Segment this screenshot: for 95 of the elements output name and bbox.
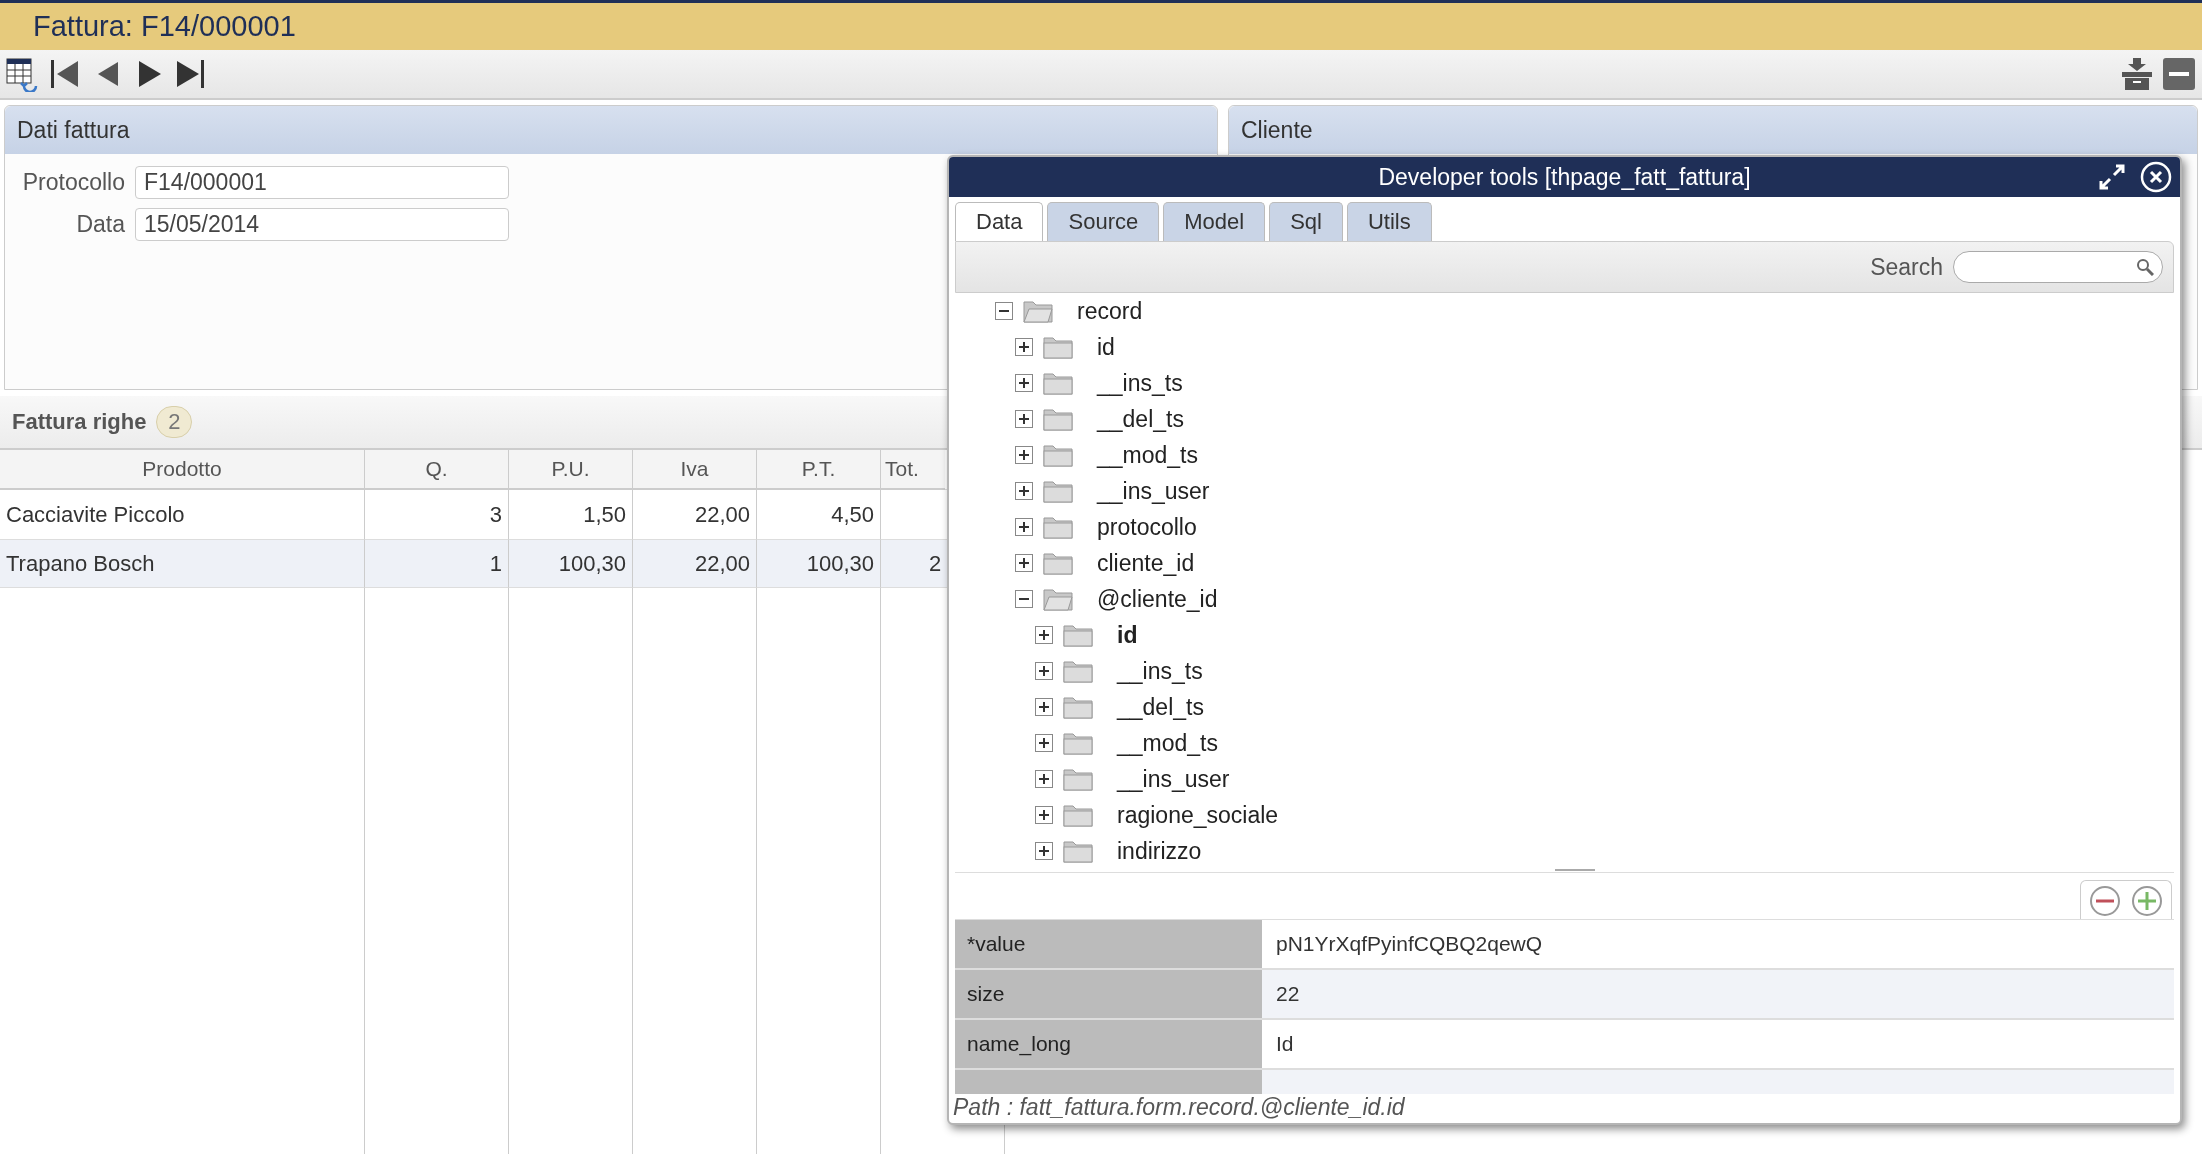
expand-icon[interactable]: [1015, 518, 1033, 536]
tree-item[interactable]: cliente_id: [1097, 549, 1195, 577]
folder-icon: [1043, 335, 1073, 359]
collapse-icon[interactable]: [995, 302, 1013, 320]
property-name: *value: [955, 920, 1262, 970]
tab[interactable]: Model: [1163, 202, 1266, 241]
expand-icon[interactable]: [1035, 770, 1053, 788]
expand-icon[interactable]: [1035, 662, 1053, 680]
tree-item[interactable]: __ins_user: [1097, 477, 1210, 505]
tree-item[interactable]: __del_ts: [1097, 405, 1184, 433]
table-cell: 100,30: [757, 540, 881, 588]
expand-icon[interactable]: [1035, 806, 1053, 824]
property-value: 22: [1262, 970, 2174, 1020]
add-icon[interactable]: [2131, 885, 2163, 917]
folder-icon: [1043, 479, 1073, 503]
table-cell: 1: [365, 540, 509, 588]
search-label: Search: [1870, 253, 1943, 281]
tab[interactable]: Source: [1047, 202, 1160, 241]
close-icon[interactable]: [2140, 161, 2172, 193]
tree-item[interactable]: @cliente_id: [1097, 585, 1218, 613]
table-cell: 100,30: [509, 540, 633, 588]
expand-icon[interactable]: [1035, 734, 1053, 752]
folder-icon: [1063, 767, 1093, 791]
folder-icon: [1063, 839, 1093, 863]
tree-item[interactable]: __del_ts: [1117, 693, 1204, 721]
tree-item[interactable]: id: [1097, 333, 1115, 361]
tree-item[interactable]: __mod_ts: [1117, 729, 1218, 757]
folder-icon: [1043, 407, 1073, 431]
expand-icon[interactable]: [1015, 446, 1033, 464]
folder-icon: [1043, 587, 1073, 611]
archive-icon[interactable]: [2120, 56, 2154, 92]
minimize-icon[interactable]: [2162, 56, 2196, 92]
table-cell: 1,50: [509, 490, 633, 540]
field-label: Protocollo: [21, 169, 126, 196]
input-field[interactable]: 15/05/2014: [135, 208, 509, 241]
folder-icon: [1063, 659, 1093, 683]
column-header[interactable]: Iva: [633, 450, 757, 490]
tree-item[interactable]: __ins_user: [1117, 765, 1230, 793]
expand-icon[interactable]: [1035, 698, 1053, 716]
window-title: Fattura: F14/000001: [33, 10, 296, 43]
column-header[interactable]: Q.: [365, 450, 509, 490]
tree-item[interactable]: __ins_ts: [1097, 369, 1183, 397]
tab[interactable]: Utils: [1346, 202, 1432, 241]
collapse-icon[interactable]: [1015, 590, 1033, 608]
tree-item[interactable]: protocollo: [1097, 513, 1197, 541]
panel-title: Cliente: [1241, 116, 1313, 144]
panel-title: Dati fattura: [17, 116, 130, 144]
expand-window-icon[interactable]: [2098, 163, 2126, 191]
folder-icon: [1063, 731, 1093, 755]
input-field[interactable]: F14/000001: [135, 166, 509, 199]
expand-icon[interactable]: [1015, 410, 1033, 428]
tree-item[interactable]: id: [1117, 621, 1138, 649]
table-cell: 22,00: [633, 490, 757, 540]
folder-icon: [1063, 803, 1093, 827]
remove-icon[interactable]: [2089, 885, 2121, 917]
tree-item[interactable]: indirizzo: [1117, 837, 1202, 865]
tab[interactable]: Sql: [1269, 202, 1343, 241]
column-header[interactable]: Prodotto: [0, 450, 365, 490]
table-cell: Cacciavite Piccolo: [0, 490, 365, 540]
table-cell: 3: [365, 490, 509, 540]
table-cell: 22,00: [633, 540, 757, 588]
expand-icon[interactable]: [1015, 482, 1033, 500]
folder-icon: [1023, 299, 1053, 323]
table-icon[interactable]: [6, 56, 40, 92]
tab[interactable]: Data: [955, 202, 1044, 241]
search-field[interactable]: [1953, 251, 2163, 283]
folder-icon: [1043, 551, 1073, 575]
tree-item[interactable]: record: [1077, 297, 1143, 325]
column-header[interactable]: P.U.: [509, 450, 633, 490]
tree-item[interactable]: __ins_ts: [1117, 657, 1203, 685]
expand-icon[interactable]: [1035, 626, 1053, 644]
tree-item[interactable]: ragione_sociale: [1117, 801, 1279, 829]
dialog-title: Developer tools [thpage_fatt_fattura]: [1378, 163, 1751, 191]
table-cell: Trapano Bosch: [0, 540, 365, 588]
table-cell: 4,50: [757, 490, 881, 540]
folder-icon: [1043, 515, 1073, 539]
tree-item[interactable]: __mod_ts: [1097, 441, 1198, 469]
expand-icon[interactable]: [1035, 842, 1053, 860]
folder-icon: [1063, 695, 1093, 719]
folder-icon: [1043, 371, 1073, 395]
column-header[interactable]: P.T.: [757, 450, 881, 490]
property-name: name_long: [955, 1020, 1262, 1070]
folder-icon: [1063, 623, 1093, 647]
search-icon: [2136, 258, 2154, 276]
path-text: Path : fatt_fattura.form.record.@cliente_id.id: [952, 1094, 1406, 1120]
column-header[interactable]: Tot.: [881, 450, 945, 490]
section-title: Fattura righe: [12, 409, 147, 435]
field-label: Data: [75, 211, 126, 238]
expand-icon[interactable]: [1015, 338, 1033, 356]
folder-icon: [1043, 443, 1073, 467]
expand-icon[interactable]: [1015, 554, 1033, 572]
property-name: size: [955, 970, 1262, 1020]
expand-icon[interactable]: [1015, 374, 1033, 392]
count-badge: 2: [156, 406, 193, 438]
table-cell: 2: [881, 540, 945, 588]
